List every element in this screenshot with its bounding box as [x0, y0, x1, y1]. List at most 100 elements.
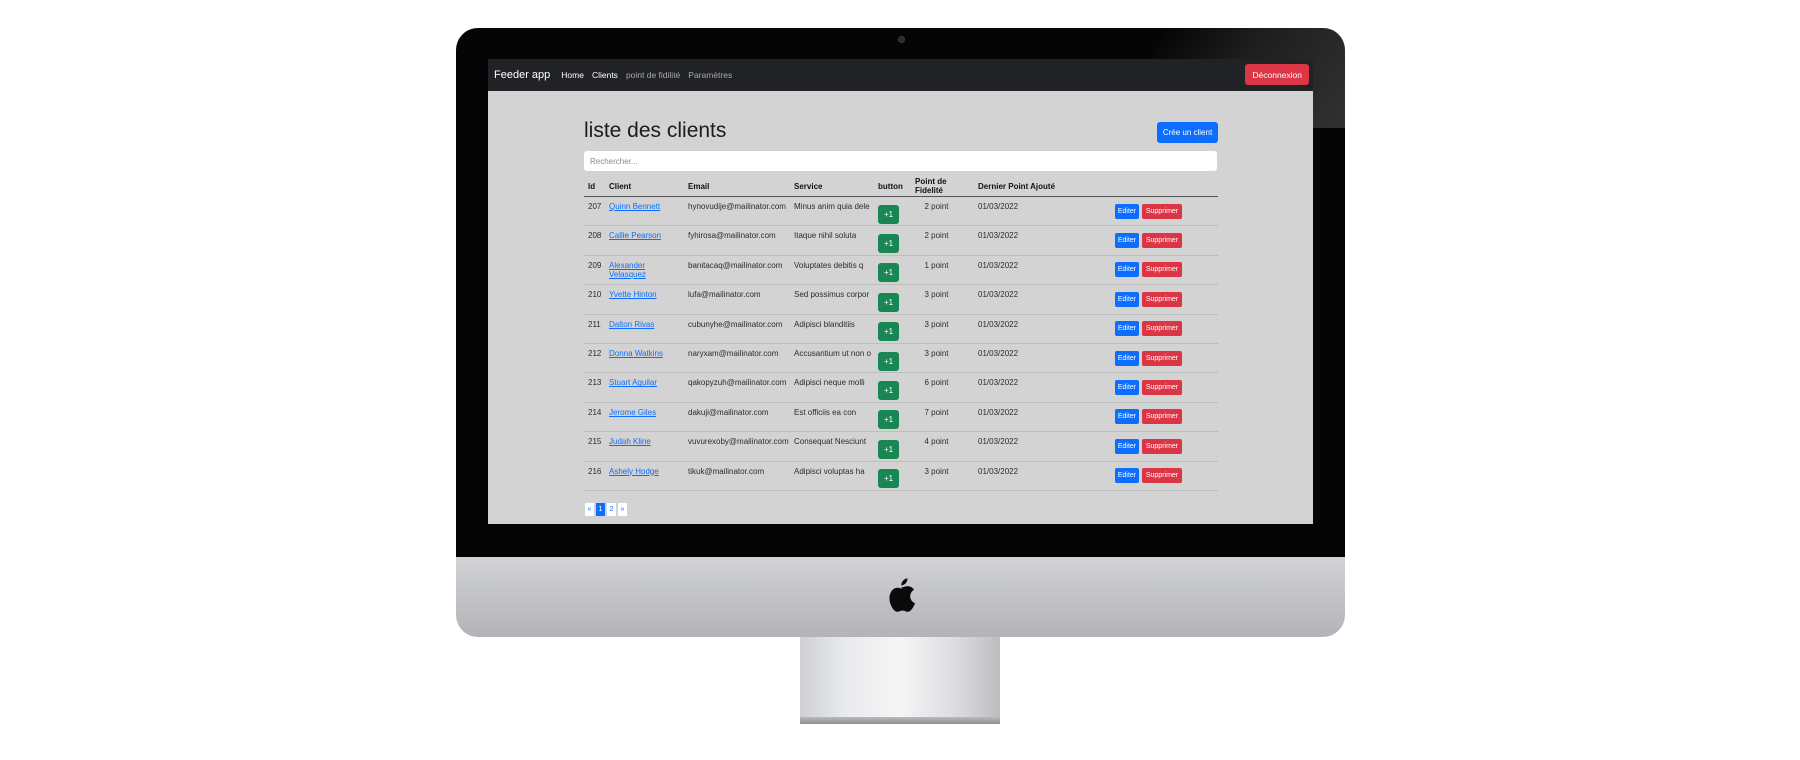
logout-button[interactable]: Déconnexion — [1245, 64, 1309, 85]
edit-button[interactable]: Editer — [1115, 203, 1139, 219]
table-header-row: Id Client Email Service button Point de … — [584, 176, 1218, 197]
cell-client: Dalton Rivas — [605, 314, 684, 344]
edit-button[interactable]: Editer — [1115, 321, 1139, 337]
client-name-link[interactable]: Yvette Hinton — [609, 290, 657, 299]
client-name-link[interactable]: Ashely Hodge — [609, 467, 659, 476]
cell-loyalty-points: 2 point — [911, 225, 974, 256]
column-header-actions — [1058, 176, 1218, 197]
delete-button[interactable]: Supprimer — [1142, 291, 1182, 307]
client-name-link[interactable]: Dalton Rivas — [609, 320, 654, 329]
cell-service: Minus anim quia dele — [790, 196, 874, 227]
cell-client: Ashely Hodge — [605, 461, 684, 491]
edit-button[interactable]: Editer — [1115, 233, 1139, 249]
edit-button[interactable]: Editer — [1115, 262, 1139, 278]
cell-service: Est officiis ea con — [790, 402, 874, 433]
add-point-button[interactable]: +1 — [878, 292, 899, 312]
pagination-page-2[interactable]: 2 — [606, 502, 617, 517]
add-point-button[interactable]: +1 — [878, 351, 899, 371]
cell-actions: Editer Supprimer — [1058, 372, 1218, 403]
cell-loyalty-points: 4 point — [911, 431, 974, 462]
add-point-button[interactable]: +1 — [878, 381, 899, 401]
apple-logo-icon — [889, 578, 915, 612]
cell-email: naryxam@mailinator.com — [684, 343, 790, 374]
nav-link-settings[interactable]: Paramètres — [688, 70, 732, 80]
cell-last-point-date: 01/03/2022 — [974, 461, 1058, 491]
add-point-button[interactable]: +1 — [878, 439, 899, 459]
add-point-button[interactable]: +1 — [878, 469, 899, 489]
edit-button[interactable]: Editer — [1115, 438, 1139, 454]
client-name-link[interactable]: Judah Kline — [609, 437, 651, 446]
client-name-link[interactable]: Jerome Giles — [609, 408, 656, 417]
cell-actions: Editer Supprimer — [1058, 461, 1218, 491]
cell-id: 207 — [584, 196, 605, 227]
edit-button[interactable]: Editer — [1115, 350, 1139, 366]
cell-client: Yvette Hinton — [605, 284, 684, 315]
cell-service: Adipisci blanditiis — [790, 314, 874, 344]
page-title: liste des clients — [584, 119, 727, 142]
cell-service: Itaque nihil soluta — [790, 225, 874, 256]
cell-last-point-date: 01/03/2022 — [974, 225, 1058, 256]
delete-button[interactable]: Supprimer — [1142, 380, 1182, 396]
add-point-button[interactable]: +1 — [878, 263, 899, 283]
cell-loyalty-points: 3 point — [911, 284, 974, 315]
cell-last-point-date: 01/03/2022 — [974, 196, 1058, 227]
delete-button[interactable]: Supprimer — [1142, 350, 1182, 366]
edit-button[interactable]: Editer — [1115, 380, 1139, 396]
create-client-button[interactable]: Crée un client — [1157, 122, 1218, 143]
cell-button: +1 — [874, 314, 911, 344]
cell-email: lufa@mailinator.com — [684, 284, 790, 315]
edit-button[interactable]: Editer — [1115, 468, 1139, 484]
delete-button[interactable]: Supprimer — [1142, 438, 1182, 454]
cell-id: 215 — [584, 431, 605, 462]
cell-client: Jerome Giles — [605, 402, 684, 433]
cell-actions: Editer Supprimer — [1058, 431, 1218, 462]
pagination-prev[interactable]: « — [584, 502, 595, 517]
nav-link-home[interactable]: Home — [561, 70, 584, 80]
client-name-link[interactable]: Alexander Velasquez — [609, 261, 646, 279]
delete-button[interactable]: Supprimer — [1142, 409, 1182, 425]
client-name-link[interactable]: Stuart Aguilar — [609, 378, 657, 387]
nav-link-loyalty-points[interactable]: point de fidilité — [626, 70, 680, 80]
add-point-button[interactable]: +1 — [878, 234, 899, 254]
client-name-link[interactable]: Donna Watkins — [609, 349, 663, 358]
cell-actions: Editer Supprimer — [1058, 196, 1218, 227]
delete-button[interactable]: Supprimer — [1142, 262, 1182, 278]
cell-id: 211 — [584, 314, 605, 344]
table-row: 207 Quinn Bennett hynovudije@mailinator.co… — [584, 196, 1218, 227]
delete-button[interactable]: Supprimer — [1142, 203, 1182, 219]
edit-button[interactable]: Editer — [1115, 291, 1139, 307]
column-header-button: button — [874, 176, 911, 197]
nav-link-clients[interactable]: Clients — [592, 70, 618, 80]
cell-service: Accusantium ut non o — [790, 343, 874, 374]
pagination-next[interactable]: » — [617, 502, 628, 517]
table-row: 212 Donna Watkins naryxam@mailinator.com Ac… — [584, 343, 1218, 374]
cell-actions: Editer Supprimer — [1058, 343, 1218, 374]
cell-button: +1 — [874, 284, 911, 315]
cell-email: qakopyzuh@mailinator.com — [684, 372, 790, 403]
add-point-button[interactable]: +1 — [878, 410, 899, 430]
cell-last-point-date: 01/03/2022 — [974, 314, 1058, 344]
navbar-brand[interactable]: Feeder app — [494, 69, 550, 81]
table-row: 211 Dalton Rivas cubunyhe@mailinator.com Ad… — [584, 314, 1218, 344]
delete-button[interactable]: Supprimer — [1142, 321, 1182, 337]
client-name-link[interactable]: Quinn Bennett — [609, 202, 660, 211]
cell-last-point-date: 01/03/2022 — [974, 402, 1058, 433]
add-point-button[interactable]: +1 — [878, 322, 899, 342]
cell-service: Consequat Nesciunt — [790, 431, 874, 462]
cell-email: fyhirosa@mailinator.com — [684, 225, 790, 256]
clients-table: Id Client Email Service button Point de … — [584, 176, 1218, 491]
cell-id: 216 — [584, 461, 605, 491]
cell-last-point-date: 01/03/2022 — [974, 343, 1058, 374]
pagination-page-1[interactable]: 1 — [595, 502, 606, 517]
cell-service: Voluptates debitis q — [790, 255, 874, 286]
delete-button[interactable]: Supprimer — [1142, 233, 1182, 249]
cell-button: +1 — [874, 343, 911, 374]
edit-button[interactable]: Editer — [1115, 409, 1139, 425]
add-point-button[interactable]: +1 — [878, 204, 899, 224]
delete-button[interactable]: Supprimer — [1142, 468, 1182, 484]
cell-loyalty-points: 6 point — [911, 372, 974, 403]
cell-service: Adipisci voluptas ha — [790, 461, 874, 491]
search-input[interactable] — [584, 151, 1217, 171]
client-name-link[interactable]: Callie Pearson — [609, 231, 661, 240]
cell-last-point-date: 01/03/2022 — [974, 372, 1058, 403]
